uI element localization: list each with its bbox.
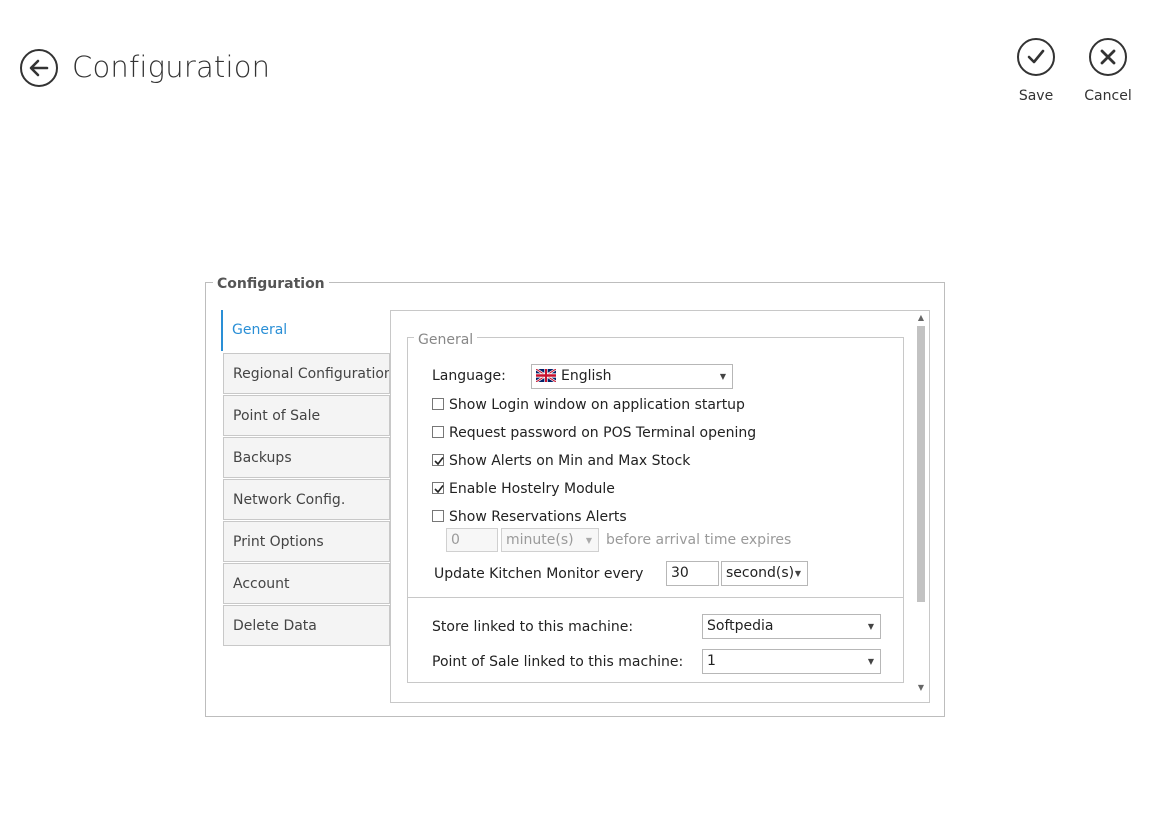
kitchen-unit-value: second(s) [726, 565, 795, 581]
general-group-legend: General [414, 332, 478, 348]
checkbox-box[interactable] [432, 398, 444, 410]
store-value: Softpedia [707, 618, 774, 634]
kitchen-monitor-label: Update Kitchen Monitor every [434, 566, 644, 582]
scrollbar-thumb[interactable] [917, 326, 925, 602]
checkbox-show-login-window[interactable]: Show Login window on application startup [432, 397, 745, 413]
chevron-down-icon: ▼ [867, 657, 874, 666]
chevron-down-icon: ▼ [719, 372, 726, 381]
pos-value: 1 [707, 653, 716, 669]
configuration-group-legend: Configuration [213, 276, 329, 292]
reservation-unit-select[interactable]: minute(s) ▼ [501, 528, 599, 552]
tab-backups[interactable]: Backups [223, 437, 390, 478]
pos-select[interactable]: 1 ▼ [702, 649, 881, 674]
tab-delete-data[interactable]: Delete Data [223, 605, 390, 646]
pos-linked-label: Point of Sale linked to this machine: [432, 654, 684, 670]
cancel-label: Cancel [1084, 88, 1132, 104]
arrow-left-icon [29, 59, 49, 77]
reservation-suffix-label: before arrival time expires [606, 532, 792, 548]
reservation-unit-value: minute(s) [506, 532, 574, 548]
divider [408, 597, 903, 598]
store-linked-label: Store linked to this machine: [432, 619, 634, 635]
cancel-button[interactable]: Cancel [1068, 38, 1148, 104]
tab-point-of-sale[interactable]: Point of Sale [223, 395, 390, 436]
checkbox-box[interactable] [432, 510, 444, 522]
tab-regional-configuration[interactable]: Regional Configuration [223, 353, 390, 394]
checkbox-show-stock-alerts[interactable]: Show Alerts on Min and Max Stock [432, 453, 690, 469]
language-label: Language: [432, 368, 506, 384]
checkbox-label: Enable Hostelry Module [449, 481, 615, 497]
uk-flag-icon [536, 369, 556, 382]
scroll-up-icon[interactable]: ▲ [913, 313, 929, 322]
tab-print-options[interactable]: Print Options [223, 521, 390, 562]
scroll-down-icon[interactable]: ▼ [913, 683, 929, 692]
checkbox-enable-hostelry[interactable]: Enable Hostelry Module [432, 481, 615, 497]
checkbox-box[interactable] [432, 482, 444, 494]
checkbox-label: Show Reservations Alerts [449, 509, 627, 525]
checkbox-box[interactable] [432, 454, 444, 466]
back-button[interactable] [20, 49, 58, 87]
checkbox-show-reservations-alerts[interactable]: Show Reservations Alerts [432, 509, 627, 525]
checkmark-icon [434, 485, 444, 494]
chevron-down-icon: ▼ [867, 622, 874, 631]
save-label: Save [1018, 88, 1054, 104]
checkbox-label: Show Login window on application startup [449, 397, 745, 413]
save-button[interactable]: Save [996, 38, 1076, 104]
store-select[interactable]: Softpedia ▼ [702, 614, 881, 639]
tab-general[interactable]: General [221, 310, 388, 351]
kitchen-monitor-input[interactable]: 30 [666, 561, 719, 586]
checkmark-icon [434, 457, 444, 466]
x-circle-icon [1089, 38, 1127, 76]
tab-network-config[interactable]: Network Config. [223, 479, 390, 520]
chevron-down-icon: ▼ [585, 536, 592, 545]
language-select[interactable]: English ▼ [531, 364, 733, 389]
language-value: English [561, 368, 612, 384]
check-circle-icon [1017, 38, 1055, 76]
reservation-minutes-input[interactable]: 0 [446, 528, 498, 552]
page-title: Configuration [72, 50, 271, 84]
kitchen-monitor-unit-select[interactable]: second(s) ▼ [721, 561, 808, 586]
checkbox-label: Show Alerts on Min and Max Stock [449, 453, 691, 469]
checkbox-label: Request password on POS Terminal opening [449, 425, 757, 441]
checkbox-request-password[interactable]: Request password on POS Terminal opening [432, 425, 756, 441]
checkbox-box[interactable] [432, 426, 444, 438]
chevron-down-icon: ▼ [794, 569, 801, 578]
tab-account[interactable]: Account [223, 563, 390, 604]
